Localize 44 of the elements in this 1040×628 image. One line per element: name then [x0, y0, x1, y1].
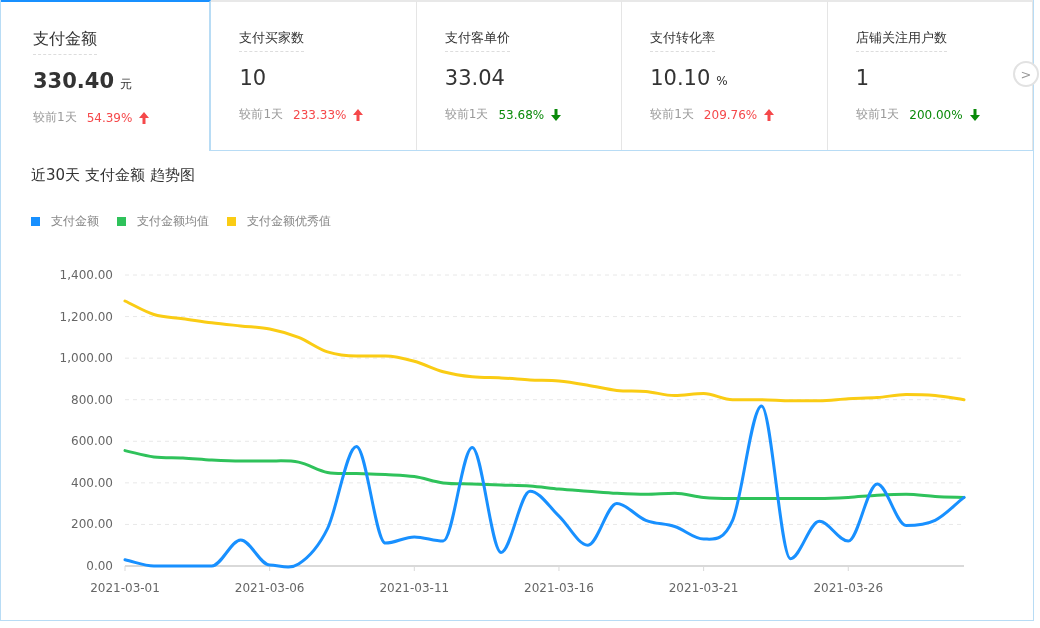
metric-value: 1 [855, 66, 869, 90]
compare-label: 较前1天 [855, 106, 900, 123]
metric-value: 33.04 [444, 66, 505, 90]
y-axis-label: 200.00 [71, 517, 113, 532]
metric-title: 支付买家数 [239, 29, 305, 52]
legend-label: 支付金额优秀值 [247, 213, 331, 230]
change-percent: 200.00% [909, 107, 963, 122]
x-axis-label: 2021-03-11 [379, 581, 450, 595]
metric-card[interactable]: 支付客单价 33.04 较前1天 53.68% [416, 0, 623, 150]
metric-unit: 元 [120, 76, 133, 93]
x-axis-label: 2021-03-16 [524, 581, 594, 595]
change-percent: 233.33% [293, 107, 347, 122]
x-axis-label: 2021-03-06 [234, 581, 305, 595]
compare-label: 较前1天 [650, 106, 694, 123]
x-axis-label: 2021-03-21 [668, 581, 739, 595]
metric-unit: % [716, 74, 728, 88]
y-axis-label: 1,200.00 [59, 309, 113, 324]
metric-title: 店铺关注用户数 [855, 29, 947, 52]
metric-value: 330.40 [33, 69, 115, 93]
change-percent: 54.39% [86, 110, 133, 125]
metric-card[interactable]: 支付金额 330.40 元 较前1天 54.39% [1, 0, 212, 151]
metric-card[interactable]: 支付买家数 10 较前1天 233.33% [211, 0, 417, 150]
y-axis-label: 600.00 [71, 434, 113, 449]
metric-card[interactable]: 支付转化率 10.10 % 较前1天 209.76% [622, 0, 828, 150]
compare-label: 较前1天 [444, 106, 489, 123]
legend-label: 支付金额均值 [137, 213, 209, 230]
compare-label: 较前1天 [33, 109, 77, 126]
metric-value: 10 [239, 66, 267, 90]
legend-label: 支付金额 [51, 213, 99, 230]
change-percent: 53.68% [498, 107, 545, 122]
metric-title: 支付金额 [33, 29, 97, 55]
y-axis-label: 1,000.00 [59, 351, 113, 366]
y-axis-label: 1,400.00 [59, 268, 113, 282]
y-axis-label: 800.00 [71, 392, 113, 407]
metric-title: 支付客单价 [444, 29, 510, 52]
x-axis-label: 2021-03-26 [813, 581, 884, 595]
y-axis-label: 400.00 [71, 475, 113, 490]
change-percent: 209.76% [703, 107, 758, 122]
y-axis-label: 0.00 [86, 559, 113, 573]
metric-value: 10.10 [650, 66, 711, 90]
chart-title: 近30天 支付金额 趋势图 [31, 166, 195, 185]
x-axis-label: 2021-03-01 [90, 581, 160, 595]
compare-label: 较前1天 [239, 106, 284, 123]
metric-title: 支付转化率 [650, 29, 716, 52]
